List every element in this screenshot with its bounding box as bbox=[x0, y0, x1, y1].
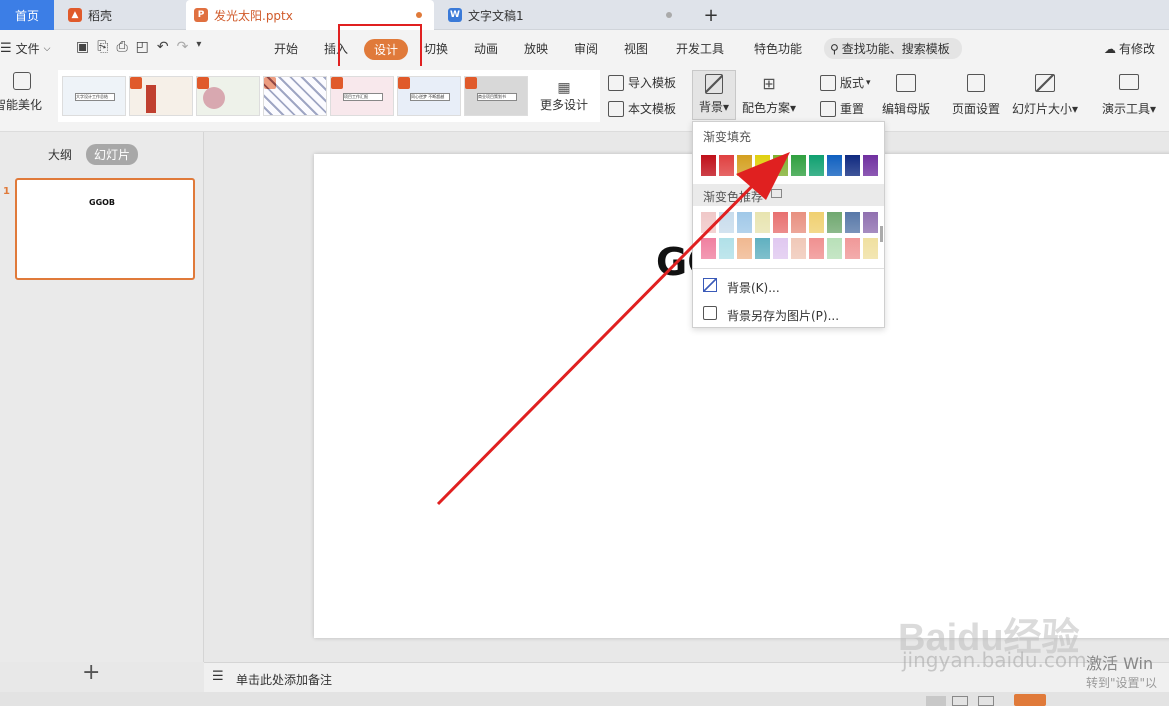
activation-line2: 转到"设置"以 bbox=[1086, 676, 1158, 690]
activation-line1: 激活 Win bbox=[1086, 654, 1154, 673]
watermark: Baidu经验 jingyan.baidu.com 激活 Win 转到"设置"以 bbox=[898, 584, 1169, 694]
watermark-url: jingyan.baidu.com bbox=[902, 648, 1087, 672]
